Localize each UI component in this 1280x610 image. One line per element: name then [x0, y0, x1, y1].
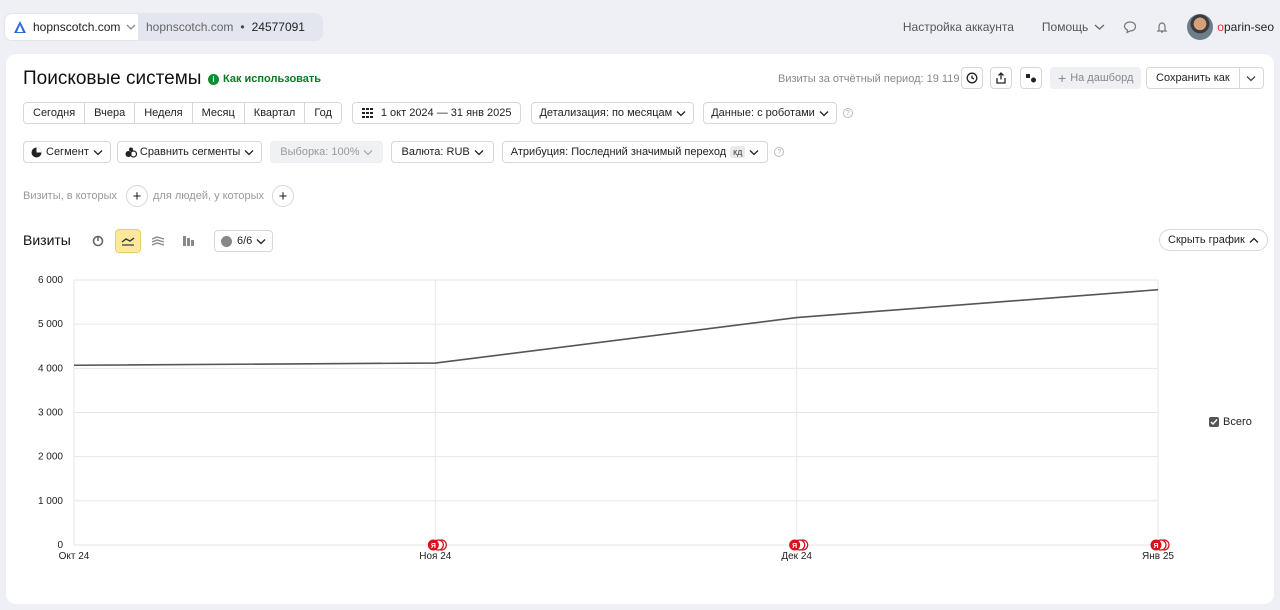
avatar[interactable] — [1187, 14, 1214, 40]
y-tick-label: 6 000 — [38, 275, 63, 286]
help-menu[interactable]: Помощь — [1042, 20, 1105, 34]
username-first-letter: o — [1217, 20, 1224, 34]
counter-selector[interactable]: hopnscotch.com • 24577091 — [138, 13, 323, 41]
top-bar: hopnscotch.com hopnscotch.com • 24577091… — [0, 0, 1280, 54]
bell-icon[interactable] — [1155, 20, 1169, 34]
y-tick-label: 3 000 — [38, 408, 63, 419]
event-marker-label: Я — [792, 543, 797, 550]
event-marker-label: Я — [1153, 543, 1158, 550]
counter-id: 24577091 — [251, 20, 305, 34]
account-settings-link[interactable]: Настройка аккаунта — [903, 20, 1014, 34]
y-tick-label: 0 — [57, 540, 63, 551]
help-label: Помощь — [1041, 20, 1089, 34]
chevron-down-icon — [126, 24, 136, 30]
site-name: hopnscotch.com — [33, 20, 121, 34]
y-tick-label: 5 000 — [38, 319, 63, 330]
y-tick-label: 1 000 — [38, 496, 63, 507]
event-marker[interactable]: Я — [789, 539, 809, 551]
legend-label: Всего — [1223, 416, 1252, 428]
legend-checkbox[interactable] — [1209, 417, 1219, 427]
chat-icon[interactable] — [1123, 20, 1137, 34]
event-marker-label: Я — [431, 543, 436, 550]
event-marker[interactable]: Я — [1150, 539, 1170, 551]
x-tick-label: Дек 24 — [781, 551, 812, 562]
x-tick-label: Окт 24 — [59, 551, 90, 562]
username[interactable]: oparin-seo — [1217, 20, 1274, 34]
top-right-nav: Настройка аккаунта Помощь oparin-seo — [903, 13, 1274, 41]
site-logo-icon — [14, 21, 26, 33]
series-line — [73, 288, 1159, 367]
x-tick-label: Янв 25 — [1142, 551, 1174, 562]
site-selector[interactable]: hopnscotch.com — [4, 13, 146, 41]
visits-line-chart: 0 1 000 2 000 3 000 4 000 5 000 6 000 Окт 24 Ноя… — [38, 275, 1174, 562]
chart-legend: Всего — [1209, 416, 1252, 428]
event-marker[interactable]: Я — [427, 539, 447, 551]
y-tick-label: 4 000 — [38, 363, 63, 374]
checkmark-icon — [1210, 419, 1218, 426]
chevron-down-icon — [1094, 24, 1105, 30]
username-rest: parin-seo — [1223, 20, 1274, 34]
y-tick-label: 2 000 — [38, 452, 63, 463]
report-card: Поисковые системы i Как использовать Виз… — [6, 54, 1274, 604]
counter-separator: • — [240, 20, 245, 34]
x-tick-label: Ноя 24 — [419, 551, 452, 562]
counter-site: hopnscotch.com — [146, 20, 234, 34]
